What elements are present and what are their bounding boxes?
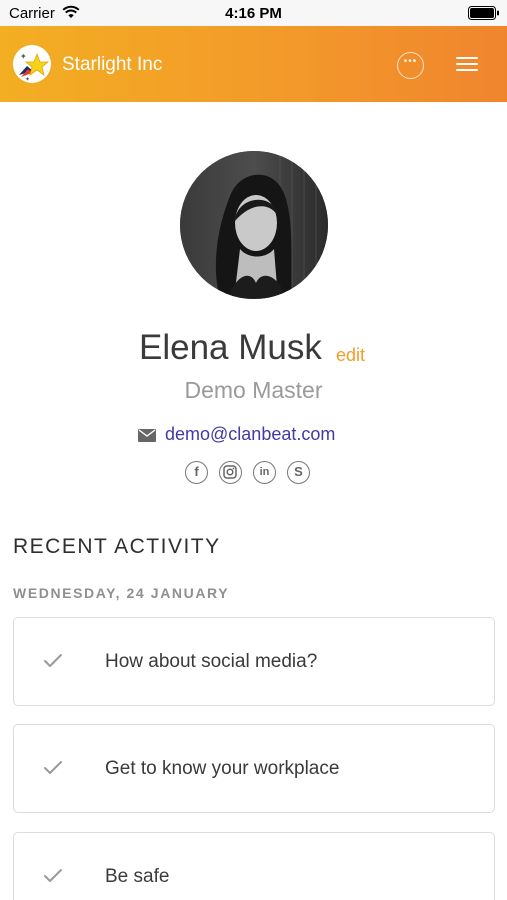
activity-card[interactable]: Be safe (13, 832, 495, 900)
mail-icon (138, 429, 156, 442)
status-bar: Carrier 4:16 PM (0, 0, 507, 26)
more-options-button[interactable]: ••• (397, 52, 424, 79)
app-title: Starlight Inc (62, 54, 163, 75)
more-dots-icon: ••• (403, 56, 418, 67)
activity-label: How about social media? (105, 651, 318, 672)
check-icon (44, 654, 62, 667)
avatar-photo (180, 151, 328, 299)
check-icon (44, 869, 62, 882)
profile-name: Elena Musk (139, 328, 322, 367)
starlight-logo-icon[interactable]: ✦ ✦ (13, 45, 51, 83)
instagram-icon[interactable] (219, 461, 242, 484)
activity-label: Get to know your workplace (105, 758, 340, 779)
status-time: 4:16 PM (225, 5, 282, 22)
email-link[interactable]: demo@clanbeat.com (165, 424, 335, 445)
svg-text:✦: ✦ (20, 52, 27, 61)
linkedin-icon[interactable]: in (253, 461, 276, 484)
check-icon (44, 761, 62, 774)
profile-avatar[interactable] (180, 151, 328, 299)
instagram-glyph-icon (223, 465, 237, 479)
hamburger-menu-icon[interactable] (456, 55, 478, 73)
svg-text:✦: ✦ (25, 76, 30, 83)
facebook-icon[interactable]: f (185, 461, 208, 484)
activity-card[interactable]: Get to know your workplace (13, 724, 495, 813)
activity-date-heading: WEDNESDAY, 24 JANUARY (13, 585, 230, 601)
activity-label: Be safe (105, 866, 170, 887)
profile-role: Demo Master (184, 377, 323, 403)
skype-icon[interactable]: S (287, 461, 310, 484)
edit-profile-link[interactable]: edit (336, 345, 365, 366)
star-logo-icon: ✦ ✦ (19, 52, 50, 83)
activity-card[interactable]: How about social media? (13, 617, 495, 706)
battery-icon (468, 6, 499, 20)
app-header: ✦ ✦ Starlight Inc ••• (0, 26, 507, 102)
recent-activity-title: RECENT ACTIVITY (13, 535, 221, 558)
